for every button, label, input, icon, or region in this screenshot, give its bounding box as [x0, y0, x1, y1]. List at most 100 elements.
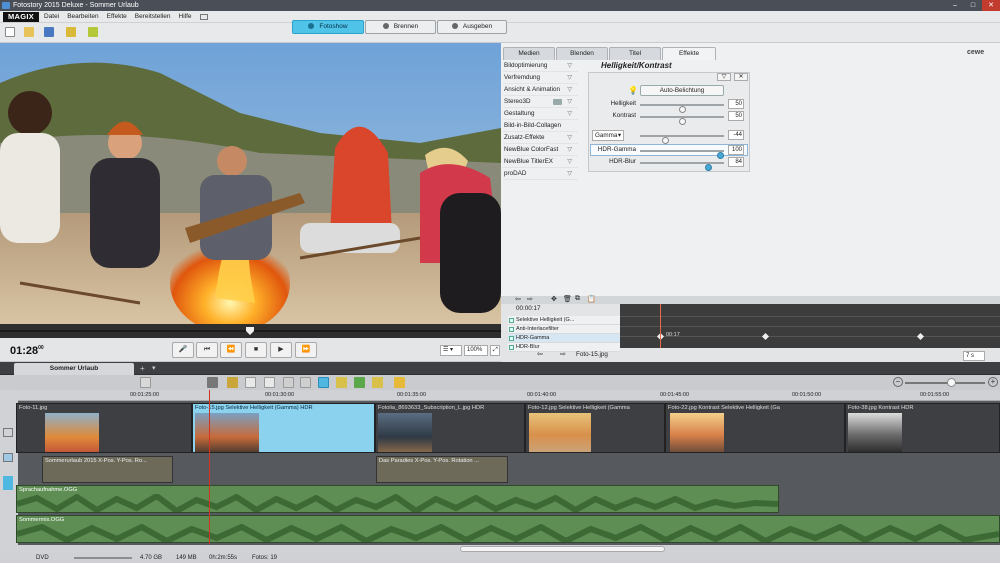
checkbox[interactable] [509, 345, 514, 350]
audio-clip[interactable]: Sprachaufnahme.OGG [16, 485, 779, 513]
project-tab[interactable]: Sommer Urlaub [14, 363, 134, 375]
record-button[interactable]: 🎤 [172, 342, 194, 358]
checkbox[interactable] [509, 327, 514, 332]
timeline-clip[interactable]: Foto-22.jpg Kontrast Selektive Helligkei… [665, 403, 845, 453]
magic-icon[interactable] [336, 377, 347, 388]
kontrast-value[interactable]: 50 [728, 111, 744, 121]
title-clip[interactable]: Das Paradies X-Pos. Y-Pos. Rotation ... [376, 456, 508, 483]
menu-hilfe[interactable]: Hilfe [179, 11, 192, 23]
track-icon[interactable] [3, 476, 13, 490]
add-tab-icon[interactable]: + [140, 364, 145, 373]
timeline-zoom-knob[interactable] [947, 378, 956, 387]
effects-icon[interactable] [354, 377, 365, 388]
duration-field[interactable]: 7 s [963, 351, 985, 361]
gamma-slider[interactable] [640, 135, 724, 144]
pointer-mode-icon[interactable] [318, 377, 329, 388]
keyframe-marker[interactable] [761, 332, 770, 341]
timeline-playhead[interactable] [209, 390, 210, 544]
helligkeit-value[interactable]: 50 [728, 99, 744, 109]
timeline-clip[interactable]: Foto-38.jpg Kontrast HDR [845, 403, 1000, 453]
copy-icon[interactable]: ⧉ [575, 295, 580, 303]
keyframe-track[interactable]: 00:17 [620, 304, 1000, 348]
paste-icon[interactable] [264, 377, 275, 388]
kontrast-slider[interactable] [640, 116, 724, 125]
zoom-select[interactable]: 100% [464, 345, 488, 356]
slider-knob[interactable] [661, 137, 669, 144]
category-gestaltung[interactable]: Gestaltung ▽ [503, 108, 578, 120]
hdr-gamma-slider[interactable] [640, 150, 724, 159]
close-icon[interactable]: ✕ [734, 73, 748, 81]
delete-icon[interactable]: 🗑 [563, 295, 572, 303]
save-icon[interactable] [44, 27, 54, 37]
fast-forward-button[interactable]: ⏩ [295, 342, 317, 358]
paste-icon[interactable]: 📋 [587, 295, 596, 303]
scrollbar-thumb[interactable] [460, 546, 665, 552]
undo-icon[interactable]: ⇦ [515, 295, 521, 303]
menu-effekte[interactable]: Effekte [107, 11, 127, 23]
new-file-icon[interactable] [5, 27, 15, 37]
rewind-button[interactable]: ⏪ [220, 342, 242, 358]
wizard-icon[interactable] [88, 27, 98, 37]
close-button[interactable]: ✕ [982, 0, 1000, 11]
slider-knob[interactable] [678, 118, 686, 125]
category-zusatz-effekte[interactable]: Zusatz-Effekte ▽ [503, 132, 578, 144]
delete-icon[interactable] [207, 377, 218, 388]
track-icon[interactable] [3, 428, 13, 437]
keyframe-row[interactable]: HDR-Gamma [508, 334, 620, 343]
zoom-in-icon[interactable]: + [988, 377, 998, 387]
category-newblue-titlerex[interactable]: NewBlue TitlerEX ▽ [503, 156, 578, 168]
menu-bearbeiten[interactable]: Bearbeiten [67, 11, 98, 23]
fullscreen-button[interactable]: ⤢ [490, 345, 500, 356]
text-icon[interactable] [283, 377, 294, 388]
keyframe-row[interactable]: Anti-Interlacefilter [508, 325, 620, 334]
category-bildoptimierung[interactable]: Bildoptimierung ▽ [503, 60, 578, 72]
tab-fotoshow[interactable]: Fotoshow [292, 20, 364, 34]
timeline-zoom-track[interactable] [905, 382, 985, 384]
category-stereo3d[interactable]: Stereo3D ▽ [503, 96, 578, 108]
slider-knob[interactable] [704, 164, 712, 171]
copy-icon[interactable] [245, 377, 256, 388]
title-clip[interactable]: Sommerurlaub 2015 X-Pos. Y-Pos. Ro... [42, 456, 173, 483]
shop-icon[interactable] [394, 377, 405, 388]
timeline-clip[interactable]: Foto-12.jpg Selektive Helligkeit (Gamma [525, 403, 665, 453]
timeline-clip-selected[interactable]: Foto-15.jpg Selektive Helligkeit (Gamma)… [192, 403, 375, 453]
timeline-ruler[interactable] [18, 390, 1000, 401]
checkbox[interactable] [509, 318, 514, 323]
prev-keyframe-icon[interactable]: ⇦ [537, 350, 543, 358]
stop-button[interactable]: ■ [245, 342, 267, 358]
next-keyframe-icon[interactable]: ⇨ [560, 350, 566, 358]
tab-effekte[interactable]: Effekte [662, 47, 716, 60]
chat-icon[interactable] [199, 14, 208, 20]
timeline-clip[interactable]: Foto-11.jpg [16, 403, 192, 453]
view-menu-select[interactable]: ☰ ▾ [440, 345, 462, 356]
cut-icon[interactable] [227, 377, 238, 388]
tab-medien[interactable]: Medien [503, 47, 555, 60]
tab-ausgeben[interactable]: Ausgeben [437, 20, 507, 34]
category-bild-in-bild[interactable]: Bild-in-Bild-Collagen [503, 120, 578, 132]
keyframe-playhead[interactable] [660, 304, 661, 348]
import-icon[interactable] [66, 27, 76, 37]
gamma-value[interactable]: -44 [728, 130, 744, 140]
zoom-out-icon[interactable]: − [893, 377, 903, 387]
hdr-gamma-value[interactable]: 100 [728, 145, 744, 155]
slideshow-icon[interactable] [372, 377, 383, 388]
timeline-clip[interactable]: Fotolia_8693633_Subscription_L.jpg HDR [375, 403, 525, 453]
audio-clip[interactable]: Sommermix.OGG [16, 515, 1000, 543]
category-ansicht-animation[interactable]: Ansicht & Animation ▽ [503, 84, 578, 96]
category-verfremdung[interactable]: Verfremdung ▽ [503, 72, 578, 84]
helligkeit-slider[interactable] [640, 104, 724, 113]
open-folder-icon[interactable] [24, 27, 34, 37]
tab-titel[interactable]: Titel [609, 47, 661, 60]
preview-monitor[interactable] [0, 43, 501, 324]
keyframe-marker[interactable] [916, 332, 925, 341]
track-icon[interactable] [3, 453, 13, 462]
maximize-button[interactable]: □ [964, 0, 982, 11]
hdr-blur-value[interactable]: 84 [728, 157, 744, 167]
collapse-icon[interactable]: ▽ [717, 73, 731, 81]
hdr-blur-slider[interactable] [640, 162, 724, 171]
marker-icon[interactable] [300, 377, 311, 388]
auto-exposure-button[interactable]: Auto-Belichtung [640, 85, 724, 96]
minimize-button[interactable]: – [946, 0, 964, 11]
add-keyframe-icon[interactable]: ✥ [551, 295, 557, 303]
keyframe-row[interactable]: Selektive Helligkeit (G... [508, 316, 620, 325]
